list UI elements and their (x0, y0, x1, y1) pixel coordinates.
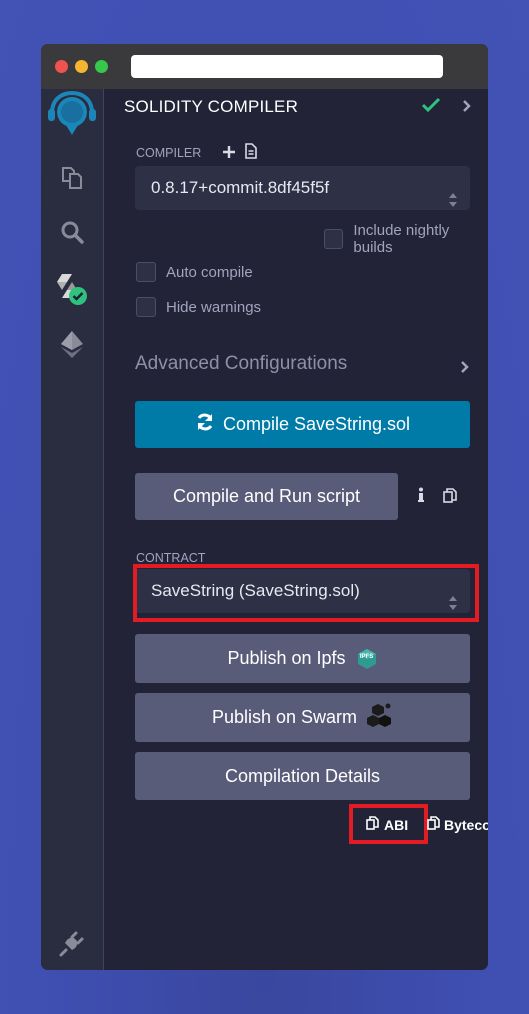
solidity-compiler-panel: SOLIDITY COMPILER COMPILER 0.8.17+commit… (104, 89, 488, 970)
compile-and-run-label: Compile and Run script (172, 486, 361, 506)
ipfs-badge-text: IPFS (359, 653, 374, 660)
panel-title: SOLIDITY COMPILER (124, 97, 299, 116)
contract-label: CONTRACT (136, 551, 206, 565)
close-window-button[interactable] (55, 60, 68, 73)
compile-button-label: Compile SaveString.sol (222, 414, 411, 434)
minimize-window-button[interactable] (75, 60, 88, 73)
auto-compile-option[interactable]: Auto compile (136, 262, 253, 282)
copy-bytecode-icon (427, 816, 440, 833)
plugin-manager-icon[interactable] (41, 929, 103, 957)
auto-compile-checkbox[interactable] (136, 262, 156, 282)
url-bar[interactable] (131, 55, 443, 78)
publish-ipfs-button[interactable]: Publish on Ipfs IPFS (135, 634, 470, 683)
include-nightly-builds-option[interactable]: Include nightly builds (324, 222, 488, 256)
compiler-docs-file-icon[interactable] (245, 143, 257, 163)
hide-warnings-checkbox[interactable] (136, 297, 156, 317)
compile-and-run-button[interactable]: Compile and Run script (135, 473, 398, 520)
advanced-chevron-icon[interactable] (460, 359, 470, 378)
hide-warnings-option[interactable]: Hide warnings (136, 297, 261, 317)
contract-highlight-box (133, 564, 479, 622)
compiler-label: COMPILER (136, 146, 202, 160)
refresh-icon (195, 412, 215, 437)
compilation-details-label: Compilation Details (224, 765, 381, 786)
advanced-configurations-toggle[interactable]: Advanced Configurations (135, 353, 347, 375)
auto-compile-label: Auto compile (166, 263, 253, 281)
compiler-version-select[interactable]: 0.8.17+commit.8df45f5f (135, 166, 470, 210)
file-explorer-icon[interactable] (41, 164, 103, 190)
compile-status-check-icon (421, 97, 441, 117)
copy-bytecode-link[interactable]: Bytecode (427, 816, 488, 833)
publish-swarm-button[interactable]: Publish on Swarm (135, 693, 470, 742)
ipfs-icon: IPFS (356, 648, 378, 670)
add-compiler-icon[interactable] (222, 144, 236, 163)
include-nightly-checkbox[interactable] (324, 229, 344, 249)
compiler-version-value: 0.8.17+commit.8df45f5f (151, 178, 330, 197)
publish-swarm-label: Publish on Swarm (211, 707, 358, 727)
bytecode-label: Bytecode (444, 816, 488, 833)
browser-window: SOLIDITY COMPILER COMPILER 0.8.17+commit… (41, 44, 488, 970)
info-icon[interactable] (417, 487, 425, 507)
select-arrows-icon (448, 181, 458, 225)
swarm-icon (367, 702, 393, 733)
publish-ipfs-label: Publish on Ipfs (227, 648, 346, 668)
deploy-run-icon[interactable] (41, 329, 103, 359)
compile-button[interactable]: Compile SaveString.sol (135, 401, 470, 448)
include-nightly-label: Include nightly builds (353, 222, 450, 256)
solidity-compiler-icon[interactable] (41, 272, 103, 308)
compilation-details-button[interactable]: Compilation Details (135, 752, 470, 800)
abi-highlight-box (349, 804, 428, 844)
remix-logo-icon[interactable] (41, 91, 103, 139)
icon-sidebar (41, 89, 104, 970)
panel-expand-chevron-icon[interactable] (462, 98, 472, 117)
maximize-window-button[interactable] (95, 60, 108, 73)
copy-script-icon[interactable] (443, 488, 457, 507)
hide-warnings-label: Hide warnings (166, 298, 262, 316)
title-bar (41, 44, 488, 89)
search-icon[interactable] (41, 219, 103, 245)
